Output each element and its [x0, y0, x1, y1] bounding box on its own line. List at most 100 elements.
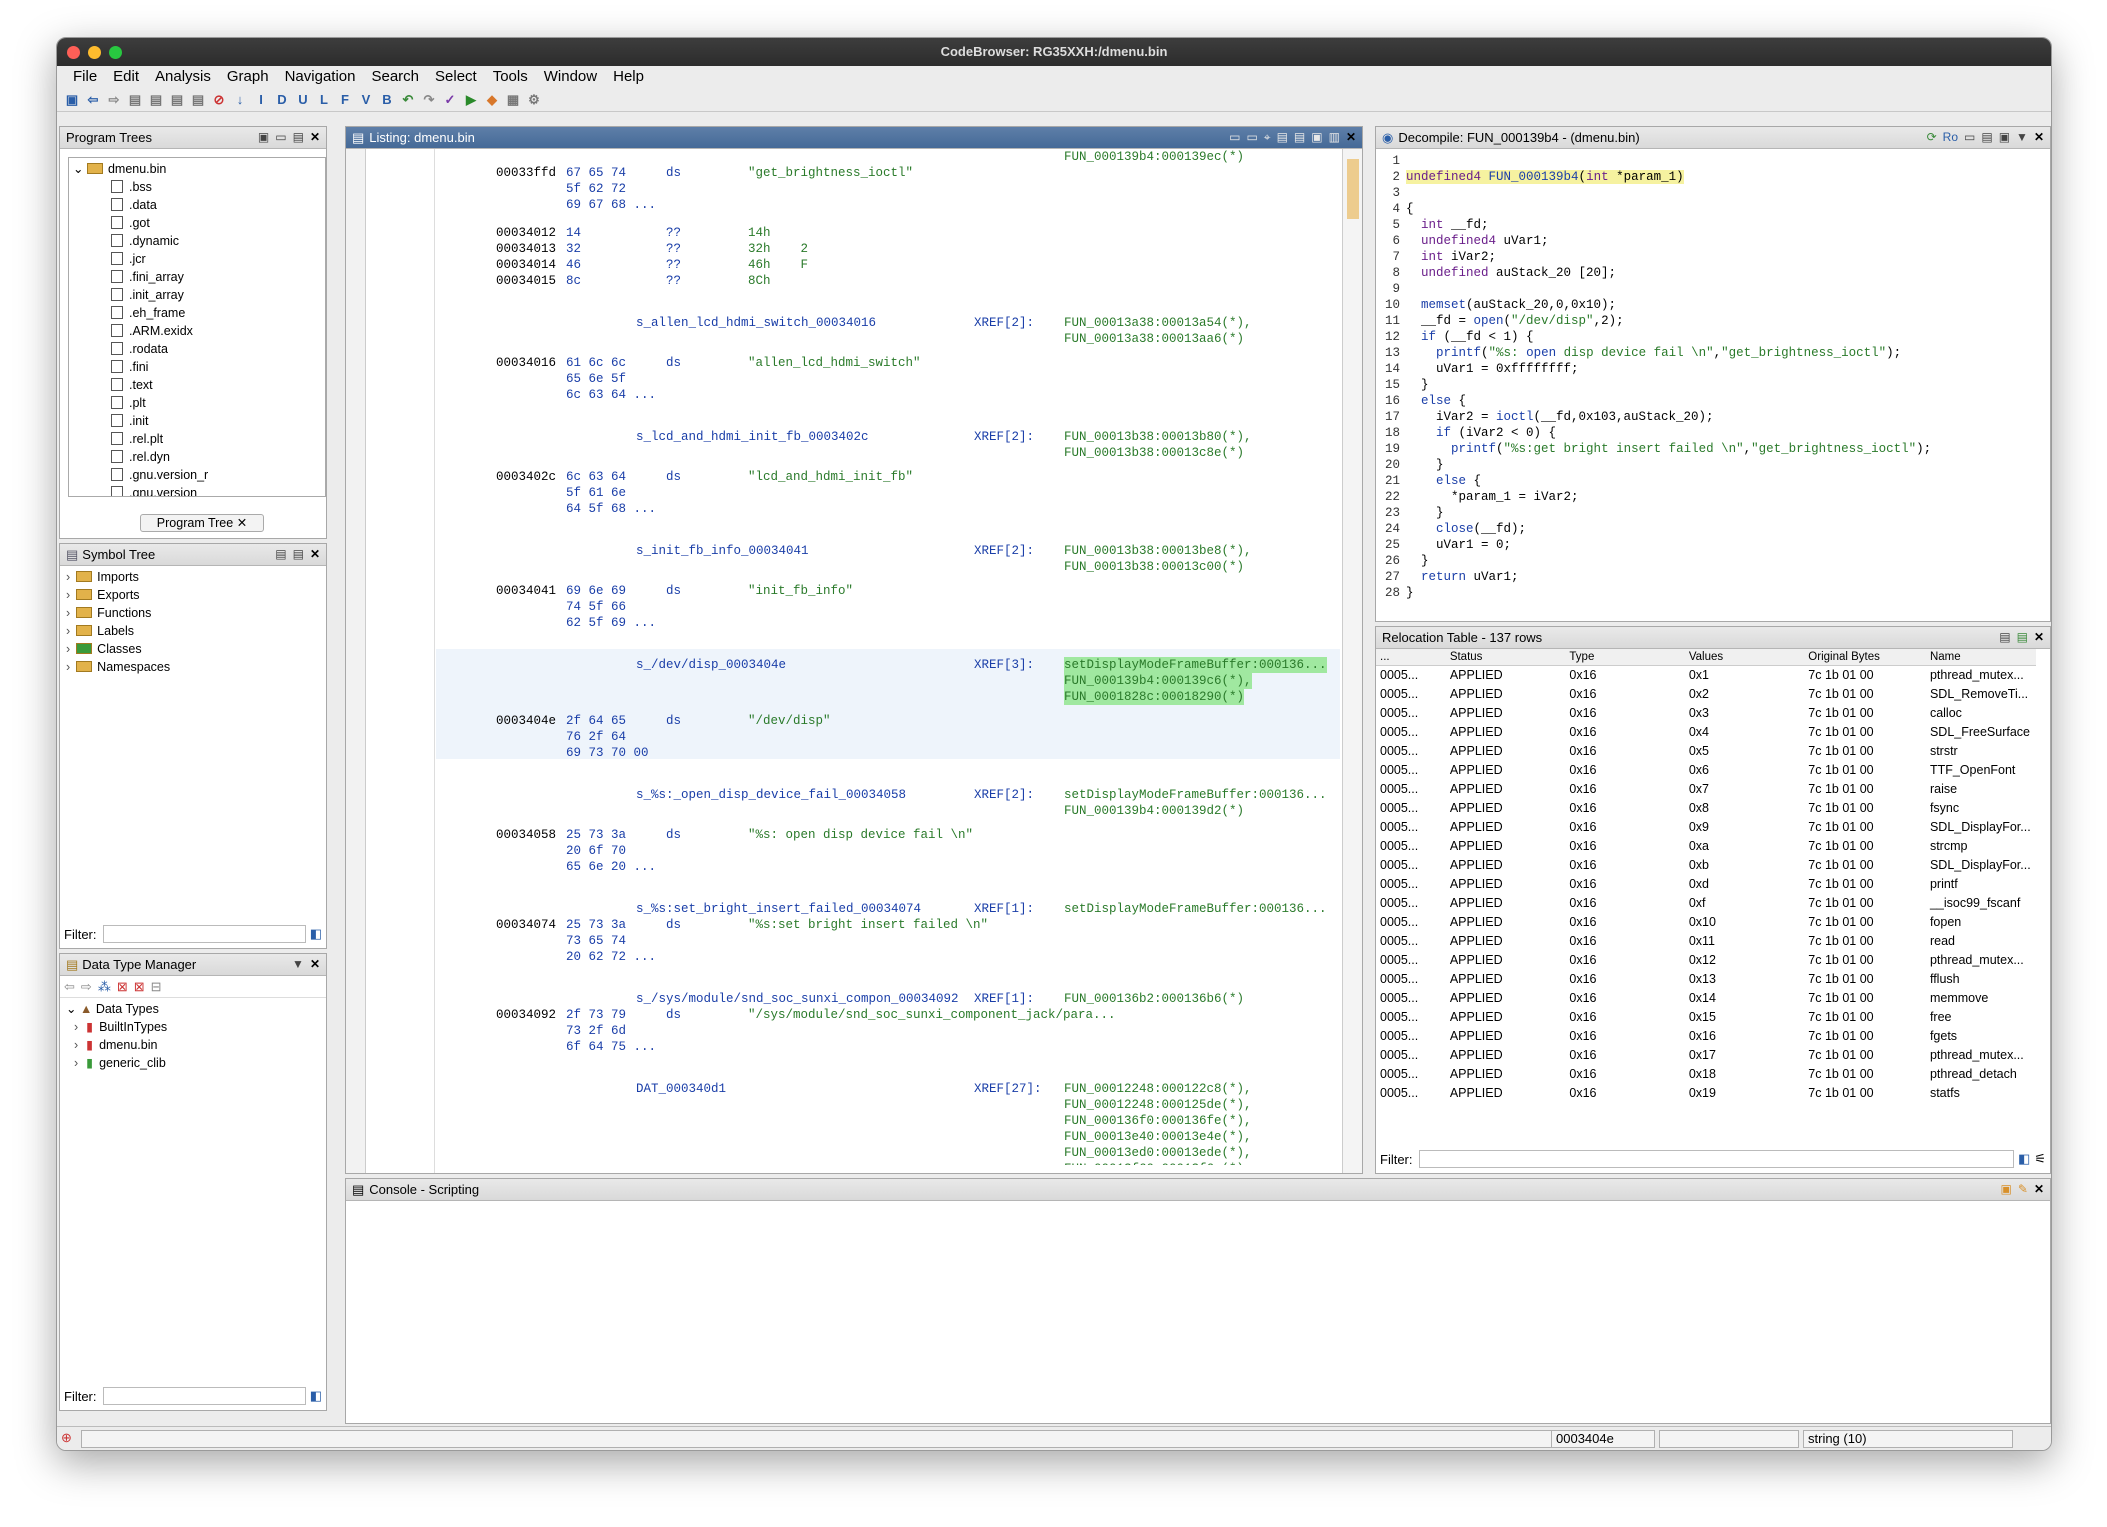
symbol-tree-item[interactable]: › Imports — [66, 568, 326, 586]
forward-icon[interactable]: ⇨ — [105, 91, 123, 109]
filter-options-icon[interactable]: ◧ — [310, 1388, 322, 1404]
decompile-body[interactable]: 1 2 undefined4 FUN_000139b4(int *param_1) 3… — [1380, 153, 2040, 607]
refresh-icon[interactable]: ⟳ — [1927, 130, 1937, 144]
read-only-icon[interactable]: Ro — [1943, 130, 1958, 144]
tree-item[interactable]: .bss — [111, 178, 325, 196]
label-icon[interactable]: L — [315, 91, 333, 109]
menu-select[interactable]: Select — [427, 66, 485, 88]
table-row[interactable]: 0005... APPLIED 0x16 0x12 7c 1b 01 00 pthread… — [1376, 950, 2036, 969]
table-row[interactable]: 0005... APPLIED 0x16 0x3 7c 1b 01 00 calloc — [1376, 703, 2036, 722]
menu-navigation[interactable]: Navigation — [277, 66, 364, 88]
close-window-button[interactable] — [67, 46, 80, 59]
column-header[interactable]: Type — [1565, 649, 1685, 666]
arrays-icon[interactable]: ⊠ — [117, 979, 128, 995]
display-options-icon[interactable]: ▥ — [1329, 130, 1340, 145]
column-header[interactable]: Values — [1684, 649, 1805, 666]
field-editor-icon[interactable]: ▤ — [1277, 130, 1288, 145]
menu-file[interactable]: File — [65, 66, 105, 88]
close-icon[interactable]: ✕ — [310, 547, 320, 561]
column-header[interactable] — [1423, 649, 1446, 666]
symbol-filter-input[interactable] — [102, 925, 306, 943]
filter-icon[interactable]: ⁂ — [98, 979, 111, 995]
collapse-icon[interactable]: ⊟ — [151, 979, 162, 995]
cursor-icon[interactable]: ⌖ — [1264, 130, 1271, 145]
data-type-archive[interactable]: › ▮ BuiltInTypes — [74, 1018, 326, 1036]
table-row[interactable]: 0005... APPLIED 0x16 0x4 7c 1b 01 00 SDL_Free… — [1376, 722, 2036, 741]
menu-edit[interactable]: Edit — [105, 66, 147, 88]
table-row[interactable]: 0005... APPLIED 0x16 0x9 7c 1b 01 00 SDL_Disp… — [1376, 817, 2036, 836]
table-row[interactable]: 0005... APPLIED 0x16 0x15 7c 1b 01 00 free — [1376, 1007, 2036, 1026]
column-header[interactable]: ... — [1376, 649, 1424, 666]
close-icon[interactable]: ✕ — [310, 130, 320, 144]
tree-item[interactable]: .data — [111, 196, 325, 214]
tree-item[interactable]: .jcr — [111, 250, 325, 268]
copy-icon[interactable]: ▭ — [1964, 130, 1975, 144]
settings-icon[interactable]: ⚙ — [525, 91, 543, 109]
run-icon[interactable]: ▶ — [462, 91, 480, 109]
diff-icon[interactable]: ▤ — [1294, 130, 1305, 145]
tree-item[interactable]: .rel.dyn — [111, 448, 325, 466]
bookmark-icon[interactable]: ▤ — [147, 91, 165, 109]
tree-view-icon[interactable]: ▤ — [293, 130, 304, 144]
down-arrow-icon[interactable]: ↓ — [231, 91, 249, 109]
undo-icon[interactable]: ↶ — [399, 91, 417, 109]
table-row[interactable]: 0005... APPLIED 0x16 0x7 7c 1b 01 00 raise — [1376, 779, 2036, 798]
column-header[interactable]: Name — [1925, 649, 2036, 666]
menu-tools[interactable]: Tools — [485, 66, 536, 88]
menu-window[interactable]: Window — [536, 66, 605, 88]
value-icon[interactable]: V — [357, 91, 375, 109]
paste-icon[interactable]: ▭ — [1246, 130, 1257, 145]
back-icon[interactable]: ⇦ — [84, 91, 102, 109]
forward-icon[interactable]: ⇨ — [81, 979, 92, 995]
table-row[interactable]: 0005... APPLIED 0x16 0x1 7c 1b 01 00 pthread_… — [1376, 665, 2036, 684]
column-filter-icon[interactable]: ⚟ — [2034, 1151, 2046, 1167]
navigation-icon[interactable]: ▤ — [293, 547, 304, 561]
bookmark-icon[interactable]: ▤ — [126, 91, 144, 109]
menu-dropdown-icon[interactable]: ▼ — [292, 957, 304, 971]
menu-search[interactable]: Search — [363, 66, 427, 88]
listing-body[interactable]: FUN_000139b4:000139ec(*) 00033ffd 67 65 74… — [436, 149, 1340, 1165]
function-icon[interactable]: F — [336, 91, 354, 109]
table-icon[interactable]: ▤ — [1999, 630, 2010, 644]
bookmark-icon[interactable]: ▤ — [189, 91, 207, 109]
menu-analysis[interactable]: Analysis — [147, 66, 219, 88]
symbol-tree-item[interactable]: › Labels — [66, 622, 326, 640]
undefined-icon[interactable]: U — [294, 91, 312, 109]
filter-options-icon[interactable]: ◧ — [310, 926, 322, 942]
table-row[interactable]: 0005... APPLIED 0x16 0x11 7c 1b 01 00 read — [1376, 931, 2036, 950]
tree-item[interactable]: .fini_array — [111, 268, 325, 286]
close-icon[interactable]: ✕ — [2034, 630, 2044, 644]
column-header[interactable]: Status — [1445, 649, 1566, 666]
clear-icon[interactable]: ✎ — [2018, 1182, 2028, 1196]
tree-item[interactable]: .gnu.version_r — [111, 466, 325, 484]
symbol-tree-item[interactable]: › Classes — [66, 640, 326, 658]
memory-icon[interactable]: ▦ — [504, 91, 522, 109]
check-icon[interactable]: ✓ — [441, 91, 459, 109]
tree-item[interactable]: .rodata — [111, 340, 325, 358]
menu-dropdown-icon[interactable]: ▼ — [2016, 130, 2028, 144]
menu-help[interactable]: Help — [605, 66, 652, 88]
data-type-archive[interactable]: › ▮ dmenu.bin — [74, 1036, 326, 1054]
table-row[interactable]: 0005... APPLIED 0x16 0x19 7c 1b 01 00 statfs — [1376, 1083, 2036, 1102]
filter-options-icon[interactable]: ◧ — [2018, 1151, 2030, 1167]
copy-icon[interactable]: ▭ — [1229, 130, 1240, 145]
table-row[interactable]: 0005... APPLIED 0x16 0xf 7c 1b 01 00 __isoc99… — [1376, 893, 2036, 912]
table-row[interactable]: 0005... APPLIED 0x16 0x6 7c 1b 01 00 TTF_Open… — [1376, 760, 2036, 779]
dtm-filter-input[interactable] — [102, 1387, 306, 1405]
open-folder-icon[interactable]: ▭ — [275, 130, 286, 144]
bookmark-icon[interactable]: ▤ — [168, 91, 186, 109]
snapshot-icon[interactable]: ▣ — [1999, 130, 2010, 144]
close-tab-icon[interactable]: ✕ — [237, 516, 247, 530]
tree-item[interactable]: .gnu.version — [111, 484, 325, 496]
code-icon[interactable]: I — [252, 91, 270, 109]
console-output[interactable] — [346, 1201, 2050, 1423]
minimize-window-button[interactable] — [88, 46, 101, 59]
tree-item[interactable]: .eh_frame — [111, 304, 325, 322]
tree-item[interactable]: .got — [111, 214, 325, 232]
tree-item[interactable]: .fini — [111, 358, 325, 376]
table-row[interactable]: 0005... APPLIED 0x16 0x2 7c 1b 01 00 SDL_Remo… — [1376, 684, 2036, 703]
tree-root[interactable]: ⌄ dmenu.bin — [73, 160, 325, 178]
table-row[interactable]: 0005... APPLIED 0x16 0x17 7c 1b 01 00 pthread… — [1376, 1045, 2036, 1064]
close-icon[interactable]: ✕ — [1346, 130, 1356, 145]
table-row[interactable]: 0005... APPLIED 0x16 0x18 7c 1b 01 00 pthread… — [1376, 1064, 2036, 1083]
